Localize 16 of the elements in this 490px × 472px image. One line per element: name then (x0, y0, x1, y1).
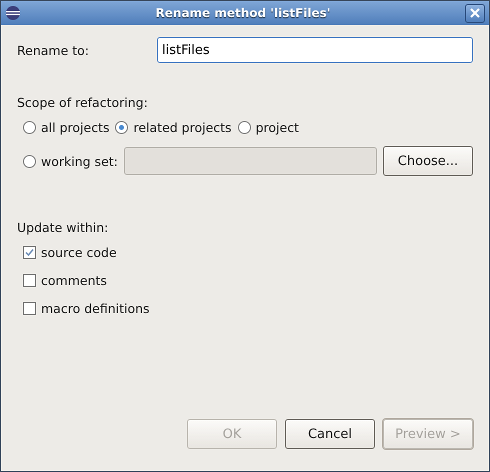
scope-radio-option[interactable]: project (238, 120, 299, 135)
update-label: Update within: (17, 220, 110, 235)
window-title: Rename method 'listFiles' (154, 6, 332, 20)
close-icon (469, 7, 481, 19)
scope-radio-option[interactable]: related projects (115, 120, 232, 135)
rename-field[interactable]: listFiles (157, 37, 473, 63)
checkmark-icon (25, 248, 34, 257)
close-button[interactable] (465, 4, 485, 22)
scope-radio-option[interactable]: all projects (23, 120, 110, 135)
app-icon (5, 5, 21, 21)
dialog-button[interactable]: Cancel (285, 419, 375, 449)
update-checkbox-option[interactable]: source code (23, 245, 117, 260)
update-checkbox-option[interactable]: comments (23, 273, 107, 288)
rename-label: Rename to: (17, 42, 90, 58)
scope-label: Scope of refactoring: (17, 95, 149, 110)
update-checkbox-option[interactable]: macro definitions (23, 301, 150, 316)
